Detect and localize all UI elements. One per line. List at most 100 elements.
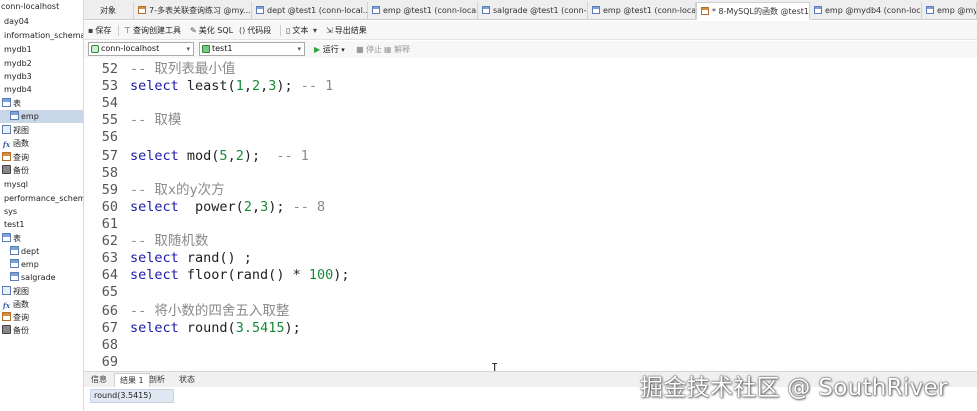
object-tree[interactable]: conn-localhost day04 information_schemamyd… bbox=[0, 0, 84, 411]
sidebar-item-label: 备份 bbox=[13, 326, 29, 335]
text-dropdown-button[interactable]: ▯ 文本 ▾ bbox=[286, 24, 319, 37]
sidebar-item[interactable]: performance_schema bbox=[0, 192, 83, 205]
result-tab[interactable]: 信息 bbox=[86, 373, 112, 387]
code-line[interactable]: 63 select rand() ; bbox=[84, 250, 964, 267]
editor-tab[interactable]: 7-多表关联查询练习 @my... bbox=[134, 2, 252, 20]
code-line[interactable]: 55 -- 取模 bbox=[84, 112, 964, 129]
code-line[interactable]: 67 select round(3.5415); bbox=[84, 320, 964, 337]
editor-tab[interactable]: emp @test1 (conn-loca... bbox=[588, 2, 696, 20]
code-text: select mod(5,2); -- 1 bbox=[130, 148, 309, 164]
result-column-header[interactable]: round(3.5415) bbox=[90, 389, 174, 403]
sidebar-item-label: emp bbox=[21, 112, 39, 121]
line-number: 67 bbox=[101, 320, 118, 336]
sidebar-item[interactable]: 表 bbox=[0, 97, 83, 110]
line-number: 63 bbox=[101, 250, 118, 266]
code-line[interactable]: 64 select floor(rand() * 100); bbox=[84, 267, 964, 284]
sidebar-item-label: mydb1 bbox=[4, 45, 32, 54]
sidebar-item-label: sys bbox=[4, 207, 18, 216]
code-text: -- 取随机数 bbox=[130, 233, 209, 249]
run-button[interactable]: ▶ 运行 ▾ bbox=[314, 43, 345, 57]
sidebar-item[interactable]: sys bbox=[0, 205, 83, 218]
editor-tab[interactable]: emp @mydb4 (conn-loc... bbox=[810, 2, 922, 20]
sidebar-item[interactable]: 备份 bbox=[0, 324, 83, 337]
function-icon: fx bbox=[2, 301, 11, 310]
sidebar-item[interactable]: dept bbox=[0, 245, 83, 258]
sidebar-item[interactable]: fx 函数 bbox=[0, 298, 83, 311]
sidebar-item-label: test1 bbox=[4, 220, 25, 229]
editor-tab[interactable]: salgrade @test1 (conn-l... bbox=[478, 2, 588, 20]
sidebar-item[interactable]: mysql bbox=[0, 178, 83, 191]
sidebar-item[interactable]: day04 bbox=[0, 15, 83, 28]
editor-tab[interactable]: emp @test1 (conn-loca... bbox=[368, 2, 478, 20]
code-line[interactable]: 56 bbox=[84, 129, 964, 146]
result-tab[interactable]: 剖析 bbox=[144, 373, 170, 387]
sidebar-item[interactable]: 视图 bbox=[0, 124, 83, 137]
sidebar-item-label: conn-localhost bbox=[1, 2, 60, 11]
line-number: 53 bbox=[101, 78, 118, 94]
sidebar-item-label: 表 bbox=[13, 99, 21, 108]
editor-tab[interactable]: dept @test1 (conn-local... bbox=[252, 2, 368, 20]
sidebar-item[interactable]: emp bbox=[0, 258, 83, 271]
sidebar-item[interactable]: information_schema bbox=[0, 29, 83, 42]
code-line[interactable]: 57 select mod(5,2); -- 1 bbox=[84, 148, 964, 165]
code-line[interactable]: 68 bbox=[84, 337, 964, 354]
code-line[interactable]: 62 -- 取随机数 bbox=[84, 233, 964, 250]
sidebar-item[interactable]: mydb1 bbox=[0, 43, 83, 56]
code-line[interactable]: 53 select least(1,2,3); -- 1 bbox=[84, 78, 964, 95]
line-number: 57 bbox=[101, 148, 118, 164]
query-builder-button[interactable]: ⊤ 查询创建工具 bbox=[124, 24, 181, 37]
query-icon bbox=[138, 6, 146, 14]
line-number: 58 bbox=[101, 165, 118, 181]
code-line[interactable]: 65 bbox=[84, 284, 964, 301]
sidebar-item-label: 备份 bbox=[13, 166, 29, 175]
tab-objects[interactable]: 对象 bbox=[84, 2, 134, 20]
editor-tab[interactable]: * 8-MySQL的函数 @test1... bbox=[696, 2, 810, 20]
view-icon bbox=[2, 286, 11, 295]
stop-button[interactable]: ■ 停止 bbox=[356, 43, 382, 56]
code-line[interactable]: 58 bbox=[84, 165, 964, 182]
code-snippet-button[interactable]: () 代码段 bbox=[239, 24, 271, 37]
connection-select[interactable]: conn-localhost ▾ bbox=[88, 42, 194, 56]
code-line[interactable]: 59 -- 取x的y次方 bbox=[84, 182, 964, 199]
code-line[interactable]: 61 bbox=[84, 216, 964, 233]
sidebar-item[interactable]: 查询 bbox=[0, 311, 83, 324]
sidebar-item[interactable]: 查询 bbox=[0, 151, 83, 164]
code-line[interactable]: 54 bbox=[84, 95, 964, 112]
sidebar-item[interactable]: salgrade bbox=[0, 271, 83, 284]
sidebar-item[interactable]: 视图 bbox=[0, 285, 83, 298]
code-line[interactable]: 66 -- 将小数的四舍五入取整 bbox=[84, 303, 964, 320]
function-icon: fx bbox=[2, 140, 11, 149]
sidebar-item[interactable]: mydb4 bbox=[0, 83, 83, 96]
sidebar-item[interactable]: emp bbox=[0, 110, 83, 123]
save-button[interactable]: ▪ 保存 bbox=[88, 24, 111, 37]
stop-icon: ■ bbox=[356, 45, 364, 54]
sidebar-item-label: mydb3 bbox=[4, 72, 32, 81]
editor-tab[interactable]: emp @mydb4 bbox=[922, 2, 977, 20]
sidebar-item[interactable]: 表 bbox=[0, 232, 83, 245]
line-number: 54 bbox=[101, 95, 118, 111]
sidebar-item[interactable]: 备份 bbox=[0, 164, 83, 177]
explain-button[interactable]: ▦ 解释 bbox=[384, 43, 410, 56]
watermark: 掘金技术社区 @ SouthRiver bbox=[640, 375, 948, 401]
beautify-sql-button[interactable]: ✎ 美化 SQL bbox=[190, 24, 233, 37]
result-tab[interactable]: 状态 bbox=[174, 373, 200, 387]
sidebar-item[interactable]: mydb3 bbox=[0, 70, 83, 83]
table-icon bbox=[10, 246, 19, 255]
sidebar-item[interactable]: fx 函数 bbox=[0, 137, 83, 150]
tab-label: 7-多表关联查询练习 @my... bbox=[149, 6, 251, 15]
sql-editor[interactable]: I 52 -- 取列表最小值 53 select least(1,2,3); -- 1… bbox=[84, 58, 977, 371]
table-icon bbox=[10, 272, 19, 281]
code-text: -- 取列表最小值 bbox=[130, 61, 236, 77]
export-result-button[interactable]: ⇲ 导出结果 bbox=[326, 24, 367, 37]
sidebar-item[interactable]: conn-localhost bbox=[0, 0, 83, 13]
database-select[interactable]: test1 ▾ bbox=[199, 42, 305, 56]
sidebar-item-label: 视图 bbox=[13, 287, 29, 296]
sidebar-item[interactable]: test1 bbox=[0, 218, 83, 231]
chevron-down-icon: ▾ bbox=[186, 45, 190, 53]
table-icon bbox=[10, 259, 19, 268]
sidebar-item[interactable]: mydb2 bbox=[0, 57, 83, 70]
code-line[interactable]: 60 select power(2,3); -- 8 bbox=[84, 199, 964, 216]
tab-label: emp @mydb4 bbox=[937, 6, 977, 15]
code-line[interactable]: 52 -- 取列表最小值 bbox=[84, 61, 964, 78]
line-number: 55 bbox=[101, 112, 118, 128]
